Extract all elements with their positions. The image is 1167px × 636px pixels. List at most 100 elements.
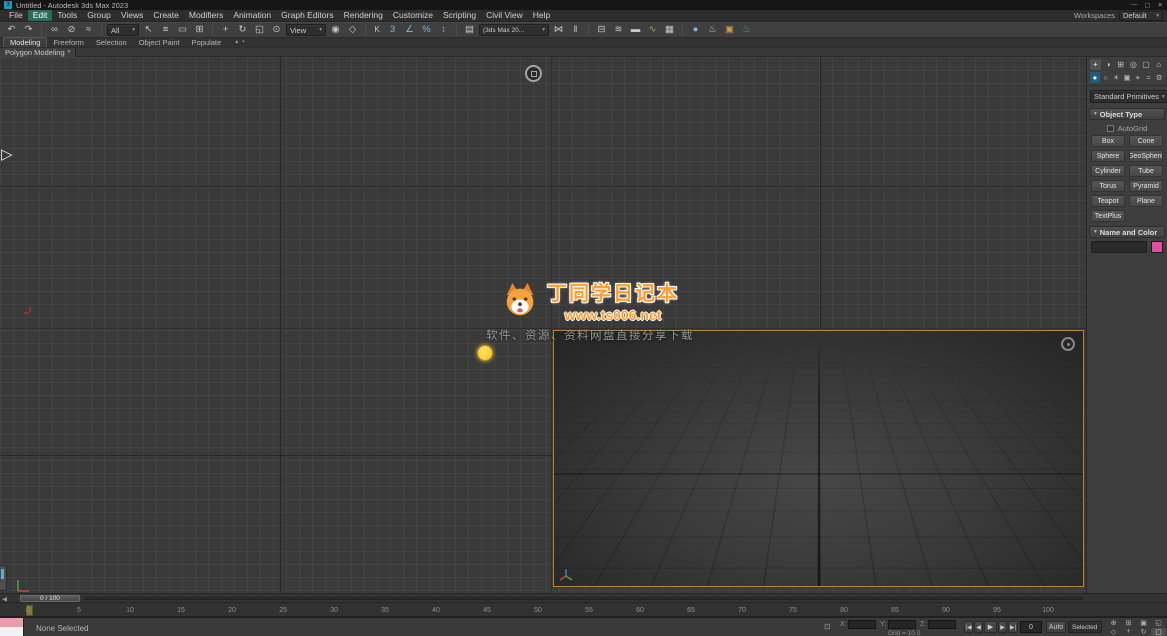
tab-modify[interactable]: ◑ [1103,59,1114,70]
minimize-button[interactable]: — [1131,1,1138,9]
menu-item-edit[interactable]: Edit [28,10,53,21]
menu-item-modifiers[interactable]: Modifiers [184,10,228,21]
x-coordinate-field[interactable] [848,620,876,629]
field-of-view-icon[interactable]: ◇ [1106,628,1121,636]
zoom-extents-all-icon[interactable]: ◱ [1151,619,1166,628]
tab-motion[interactable]: ◎ [1128,59,1139,70]
snap-toggle-3d-icon[interactable]: 3 [385,24,400,37]
redo-icon[interactable]: ↷ [21,24,36,37]
rollout-name-and-color[interactable]: ▾ Name and Color [1089,226,1165,238]
render-setup-icon[interactable]: ♨ [705,24,720,37]
primitive-button-teapot[interactable]: Teapot [1091,195,1125,207]
render-production-icon[interactable]: ♨ [739,24,754,37]
z-coordinate-field[interactable] [928,620,956,629]
selection-lock-toggle[interactable]: ⊡ [824,622,831,631]
mirror-icon[interactable]: ⋈ [551,24,566,37]
select-and-scale-icon[interactable]: ◱ [252,24,267,37]
go-to-end-button[interactable]: ▶| [1008,621,1018,633]
maxscript-mini-listener-script[interactable] [0,627,24,636]
named-selection-sets-dropdown[interactable]: (3ds Max 20... ▾ [479,24,549,36]
viewport-perspective[interactable] [553,330,1084,587]
close-button[interactable]: ✕ [1158,1,1163,9]
select-and-place-icon[interactable]: ⊙ [269,24,284,37]
primitive-category-dropdown[interactable]: Standard Primitives ▾ [1090,90,1167,103]
category-systems-icon[interactable]: ⚙ [1154,72,1164,83]
rendered-frame-window-icon[interactable]: ▣ [722,24,737,37]
next-frame-button[interactable]: ▶ [998,621,1007,633]
align-icon[interactable]: ‖ [568,24,583,37]
category-geometry-icon[interactable]: ● [1090,72,1100,83]
selection-filter-dropdown[interactable]: All ▾ [107,24,139,36]
select-and-link-icon[interactable]: ∞ [47,24,62,37]
orbit-icon[interactable]: ↻ [1136,628,1151,636]
zoom-icon[interactable]: ⊕ [1106,619,1121,628]
angle-snap-icon[interactable]: ∠ [402,24,417,37]
menu-item-graph-editors[interactable]: Graph Editors [276,10,338,21]
category-cameras-icon[interactable]: ▣ [1122,72,1132,83]
maxscript-mini-listener-macro[interactable] [0,618,24,627]
select-and-rotate-icon[interactable]: ↻ [235,24,250,37]
play-button[interactable]: ▶ [984,621,997,633]
menu-item-help[interactable]: Help [528,10,555,21]
primitive-button-plane[interactable]: Plane [1129,195,1163,207]
menu-item-civil-view[interactable]: Civil View [481,10,528,21]
object-name-field[interactable] [1091,241,1147,253]
menu-item-rendering[interactable]: Rendering [339,10,388,21]
viewport-divider[interactable] [551,57,552,593]
y-coordinate-field[interactable] [888,620,916,629]
use-pivot-point-center-icon[interactable]: ◉ [328,24,343,37]
rectangular-selection-region-icon[interactable]: ▭ [175,24,190,37]
category-shapes-icon[interactable]: ○ [1101,72,1111,83]
previous-frame-button[interactable]: ◀ [974,621,983,633]
ribbon-tab-object-paint[interactable]: Object Paint [133,38,186,47]
reference-coordinate-system-dropdown[interactable]: View ▾ [286,24,326,36]
ribbon-tab-modeling[interactable]: Modeling [3,37,47,47]
primitive-button-tube[interactable]: Tube [1129,165,1163,177]
ribbon-tab-selection[interactable]: Selection [90,38,133,47]
ribbon-options-icon[interactable]: ▪ [242,38,244,47]
menu-item-views[interactable]: Views [116,10,149,21]
tab-hierarchy[interactable]: ⊞ [1115,59,1126,70]
bind-to-space-warp-icon[interactable]: ≈ [81,24,96,37]
select-and-move-icon[interactable]: + [218,24,233,37]
unlink-selection-icon[interactable]: ⊘ [64,24,79,37]
toggle-layer-explorer-icon[interactable]: ≋ [611,24,626,37]
viewport-divider[interactable] [0,328,1086,329]
edit-named-selection-sets-icon[interactable]: ▤ [462,24,477,37]
auto-key-button[interactable]: Auto [1046,621,1066,633]
time-slider-track[interactable] [84,597,1083,600]
ribbon-tab-populate[interactable]: Populate [186,38,228,47]
object-color-swatch[interactable] [1151,241,1163,253]
maximize-button[interactable]: ▢ [1144,1,1150,9]
viewcube-icon[interactable] [1061,337,1075,351]
primitive-button-textplus[interactable]: TextPlus [1091,210,1125,222]
zoom-extents-icon[interactable]: ▣ [1136,619,1151,628]
tab-create[interactable]: + [1090,59,1101,70]
ribbon-tab-freeform[interactable]: Freeform [47,38,89,47]
zoom-all-icon[interactable]: ⊞ [1121,619,1136,628]
primitive-button-sphere[interactable]: Sphere [1091,150,1125,162]
menu-item-group[interactable]: Group [82,10,116,21]
viewport-area[interactable]: ▷ 丁 [0,57,1086,593]
category-space-warps-icon[interactable]: ≈ [1144,72,1154,83]
schematic-view-icon[interactable]: ▦ [662,24,677,37]
pan-view-icon[interactable]: + [1121,628,1136,636]
menu-item-file[interactable]: File [4,10,28,21]
viewport-layout-tab[interactable] [0,565,7,591]
toggle-ribbon-icon[interactable]: ▬ [628,24,643,37]
primitive-button-torus[interactable]: Torus [1091,180,1125,192]
menu-item-tools[interactable]: Tools [52,10,82,21]
menu-item-create[interactable]: Create [148,10,184,21]
rollout-object-type[interactable]: ▾ Object Type [1089,108,1165,120]
track-bar-ruler[interactable]: 0510152025303540455055606570758085909510… [0,602,1167,617]
menu-item-animation[interactable]: Animation [228,10,276,21]
toggle-scene-explorer-icon[interactable]: ⊟ [594,24,609,37]
window-crossing-icon[interactable]: ⊞ [192,24,207,37]
key-filter-dropdown[interactable]: Selected ▾ [1068,621,1102,633]
percent-snap-icon[interactable]: % [419,24,434,37]
select-object-icon[interactable]: ↖ [141,24,156,37]
tab-display[interactable]: ▢ [1141,59,1152,70]
select-and-manipulate-icon[interactable]: ◇ [345,24,360,37]
primitive-button-cylinder[interactable]: Cylinder [1091,165,1125,177]
primitive-button-geosphere[interactable]: GeoSphere [1129,150,1163,162]
